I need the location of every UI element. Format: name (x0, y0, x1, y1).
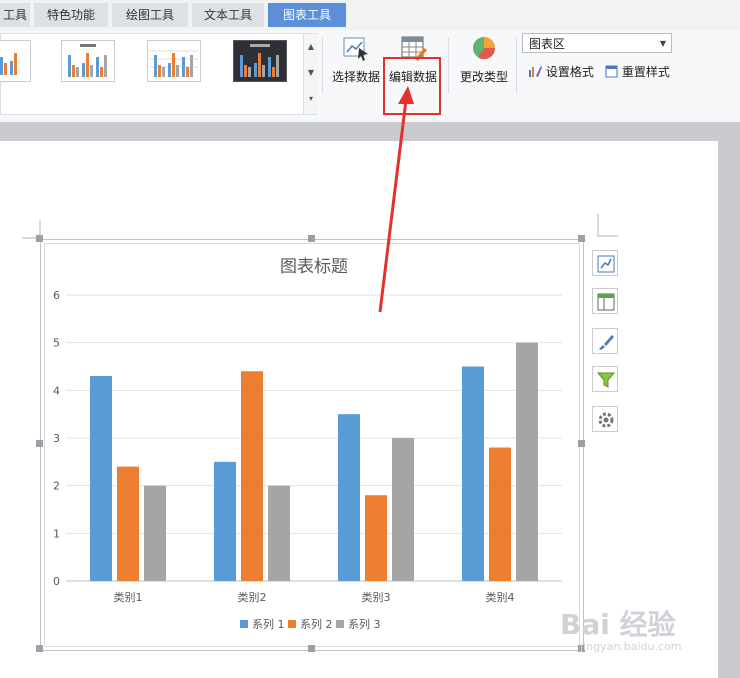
chart-elements-button[interactable] (592, 250, 618, 276)
bar (241, 371, 263, 581)
y-tick-label: 6 (53, 289, 60, 302)
y-tick-label: 2 (53, 480, 60, 493)
legend-label: 系列 2 (300, 617, 333, 631)
x-tick-label: 类别3 (362, 590, 391, 604)
chart-elements-icon (597, 255, 615, 273)
legend-swatch (336, 620, 344, 628)
settings-icon (598, 412, 614, 428)
bar (365, 495, 387, 581)
bar (516, 342, 538, 581)
y-tick-label: 4 (53, 384, 60, 397)
y-tick-label: 0 (53, 575, 60, 588)
bar-chart: 图表标题 0 1 2 3 4 5 6 类别1 类别2 类别3 类别4 系列 1 系列 2 系列 3 (53, 257, 562, 631)
bar (90, 376, 112, 581)
y-tick-label: 3 (53, 432, 60, 445)
settings-button[interactable] (592, 406, 618, 432)
chart-title: 图表标题 (280, 257, 348, 277)
baidu-watermark-url: jingyan.baidu.com (580, 640, 682, 653)
legend-swatch (288, 620, 296, 628)
filter-icon (596, 372, 616, 388)
legend-swatch (240, 620, 248, 628)
bar (117, 466, 139, 581)
bar (462, 366, 484, 581)
bar (214, 461, 236, 581)
bar (392, 438, 414, 581)
x-tick-label: 类别2 (238, 590, 267, 604)
baidu-watermark: Bai 经验 (560, 608, 676, 641)
bar (268, 485, 290, 581)
layout-button[interactable] (592, 288, 618, 314)
y-tick-label: 1 (53, 527, 60, 540)
brush-icon (599, 335, 614, 350)
y-tick-label: 5 (53, 337, 60, 350)
filter-button[interactable] (592, 366, 618, 392)
legend-label: 系列 1 (252, 617, 285, 631)
bar (489, 447, 511, 581)
style-brush-button[interactable] (592, 328, 618, 354)
bar (338, 414, 360, 581)
x-tick-label: 类别1 (114, 590, 143, 604)
bar (144, 485, 166, 581)
legend-label: 系列 3 (348, 617, 381, 631)
layout-icon (597, 293, 615, 311)
x-tick-label: 类别4 (486, 590, 515, 604)
